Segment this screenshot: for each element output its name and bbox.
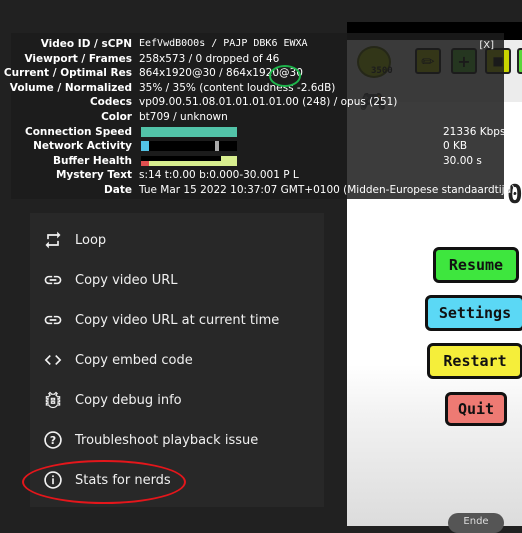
network-activity-graph xyxy=(141,141,237,152)
stats-row-connection-speed: Connection Speed 21336 Kbps xyxy=(11,125,506,140)
stats-value: s:14 t:0.00 b:0.000-30.001 P L xyxy=(139,169,299,182)
extra-hud-button[interactable] xyxy=(517,48,522,74)
buffer-health-graph xyxy=(141,155,237,166)
menu-item-copy-video-url[interactable]: Copy video URL xyxy=(30,260,324,300)
stats-label: Mystery Text xyxy=(55,169,132,182)
stats-row-video-id: Video ID / sCPN EefVwdB0O0s / PAJP DBK6 … xyxy=(11,37,504,52)
stats-row-color: Color bt709 / unknown xyxy=(11,110,504,125)
menu-item-copy-debug-info[interactable]: Copy debug info xyxy=(30,380,324,420)
stats-row-resolution: Current / Optimal Res 864x1920@30 / 864x… xyxy=(4,66,504,81)
menu-item-troubleshoot[interactable]: ? Troubleshoot playback issue xyxy=(30,420,324,460)
stats-label: Date xyxy=(104,184,132,196)
stats-value: 0 KB xyxy=(443,140,468,153)
settings-button[interactable]: Settings xyxy=(425,295,522,331)
menu-item-label: Copy embed code xyxy=(75,352,193,368)
menu-item-label: Copy video URL at current time xyxy=(75,312,280,328)
stats-value: bt709 / unknown xyxy=(139,111,228,123)
menu-item-label: Copy video URL xyxy=(75,272,178,288)
stats-label: Current / Optimal Res xyxy=(3,67,132,80)
menu-item-label: Troubleshoot playback issue xyxy=(75,432,259,448)
stats-label: Viewport / Frames xyxy=(24,52,132,65)
stats-value: 21336 Kbps xyxy=(443,125,506,138)
stats-label: Color xyxy=(101,111,132,123)
menu-item-label: Copy debug info xyxy=(75,392,182,408)
resume-button[interactable]: Resume xyxy=(433,247,519,283)
stats-row-mystery-text: Mystery Text s:14 t:0.00 b:0.000-30.001 … xyxy=(11,168,504,183)
code-icon xyxy=(42,349,64,371)
stats-row-codecs: Codecs vp09.00.51.08.01.01.01.01.00 (248… xyxy=(11,95,504,110)
stats-row-viewport: Viewport / Frames 258x573 / 0 dropped of… xyxy=(11,52,504,67)
menu-item-label: Loop xyxy=(75,232,107,248)
stats-label: Buffer Health xyxy=(52,154,132,167)
restart-button[interactable]: Restart xyxy=(427,343,522,379)
link-icon xyxy=(42,269,64,291)
stats-row-buffer-health: Buffer Health 30.00 s xyxy=(11,154,504,169)
stats-value: 258x573 / 0 dropped of 46 xyxy=(139,52,280,65)
question-icon: ? xyxy=(42,429,64,451)
stats-label: Volume / Normalized xyxy=(9,81,132,94)
stats-value: vp09.00.51.08.01.01.01.01.00 (248) / opu… xyxy=(139,96,398,109)
quit-button[interactable]: Quit xyxy=(445,392,507,426)
tooltip: Ende xyxy=(448,513,504,533)
stats-for-nerds-panel: [X] Video ID / sCPN EefVwdB0O0s / PAJP D… xyxy=(4,33,515,199)
menu-item-copy-embed-code[interactable]: Copy embed code xyxy=(30,340,324,380)
menu-item-copy-video-url-time[interactable]: Copy video URL at current time xyxy=(30,300,324,340)
stats-label: Network Activity xyxy=(33,140,132,153)
link-time-icon xyxy=(42,309,64,331)
stats-label: Codecs xyxy=(89,96,132,109)
stats-row-network-activity: Network Activity 0 KB xyxy=(11,139,504,154)
stats-value: 35% / 35% (content loudness -2.6dB) xyxy=(139,81,336,94)
menu-item-loop[interactable]: Loop xyxy=(30,220,324,260)
stats-row-volume: Volume / Normalized 35% / 35% (content l… xyxy=(9,81,504,96)
stats-value: EefVwdB0O0s / PAJP DBK6 EWXA xyxy=(139,38,308,49)
stats-label: Connection Speed xyxy=(24,125,132,138)
connection-speed-graph xyxy=(141,126,237,137)
red-annotation-ellipse xyxy=(22,460,186,504)
loop-icon xyxy=(42,229,64,251)
stats-label: Video ID / sCPN xyxy=(40,38,132,50)
svg-text:?: ? xyxy=(50,434,56,447)
bug-icon xyxy=(42,389,64,411)
green-annotation-circle xyxy=(269,65,301,87)
stats-value: 30.00 s xyxy=(443,154,482,167)
stats-value: Tue Mar 15 2022 10:37:07 GMT+0100 (Midde… xyxy=(139,184,516,196)
stats-row-date: Date Tue Mar 15 2022 10:37:07 GMT+0100 (… xyxy=(11,183,515,198)
